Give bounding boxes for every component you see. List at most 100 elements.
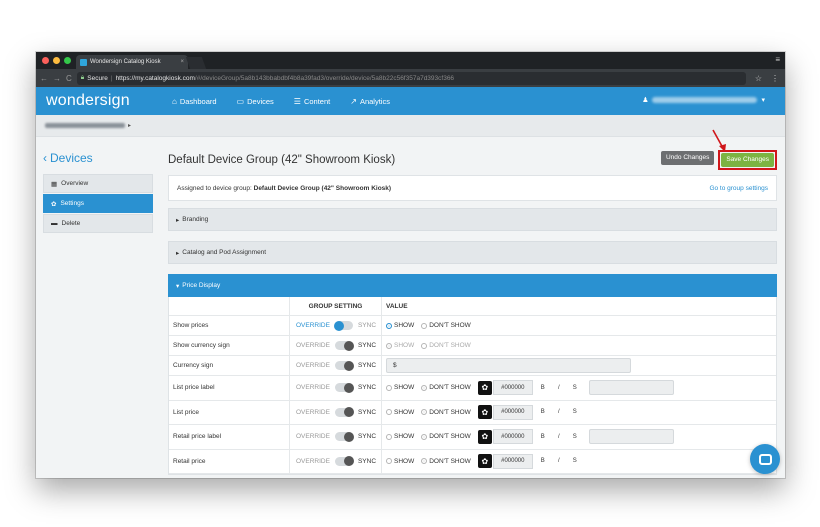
color-value-input[interactable]: #000000 (492, 380, 533, 396)
currency-sign-input[interactable]: $ (386, 358, 631, 373)
nav-dashboard[interactable]: ⌂ Dashboard (172, 97, 217, 106)
sidebar-item-overview[interactable]: ▦ Overview (43, 174, 153, 193)
radio-show[interactable] (386, 458, 392, 465)
dont-show-option[interactable]: DON'T SHOW (421, 322, 471, 329)
override-label[interactable]: OVERRIDE (296, 409, 330, 416)
section-catalog-pod[interactable]: ▸ Catalog and Pod Assignment (168, 241, 777, 264)
sync-label[interactable]: SYNC (358, 433, 376, 440)
bookmark-star-icon[interactable]: ☆ (755, 74, 762, 83)
save-changes-button[interactable]: Save Changes (721, 152, 774, 167)
strike-button[interactable]: S (569, 409, 581, 415)
override-sync-switch[interactable] (334, 340, 354, 351)
nav-content[interactable]: ☰ Content (294, 97, 330, 106)
breadcrumb-redacted[interactable] (45, 123, 125, 128)
minimize-window-dot[interactable] (53, 57, 60, 64)
dont-show-option[interactable]: DON'T SHOW (421, 433, 471, 440)
override-sync-switch[interactable] (334, 360, 354, 371)
italic-button[interactable]: / (553, 409, 565, 415)
color-value-input[interactable]: #000000 (492, 404, 533, 420)
forward-arrow-icon[interactable]: → (53, 74, 61, 83)
reload-icon[interactable]: C (66, 74, 72, 83)
sync-label[interactable]: SYNC (358, 409, 376, 416)
bold-button[interactable]: B (537, 409, 549, 415)
user-menu[interactable]: ♟ ▾ (642, 96, 765, 104)
label-text-input[interactable] (588, 429, 674, 445)
sync-label[interactable]: SYNC (358, 384, 376, 391)
browser-tab[interactable]: Wondersign Catalog Kiosk × (76, 55, 188, 69)
address-bar[interactable]: 🔒︎ Secure | https:// my.catalogkiosk.com… (76, 71, 746, 85)
label-text-input[interactable] (588, 380, 674, 396)
nav-analytics[interactable]: ↗ Analytics (350, 97, 390, 106)
sidebar-item-settings[interactable]: ✿ Settings (43, 194, 153, 213)
show-option[interactable]: SHOW (386, 384, 414, 391)
color-palette-icon[interactable]: ✿ (477, 380, 492, 395)
radio-dont-show[interactable] (421, 409, 428, 416)
color-palette-icon[interactable]: ✿ (477, 405, 492, 420)
show-option[interactable]: SHOW (386, 342, 414, 349)
radio-show[interactable] (386, 433, 392, 440)
override-label[interactable]: OVERRIDE (296, 433, 330, 440)
radio-show[interactable] (386, 384, 392, 391)
override-label[interactable]: OVERRIDE (296, 322, 330, 329)
maximize-window-dot[interactable] (64, 57, 71, 64)
bold-button[interactable]: B (537, 434, 549, 440)
tab-close-icon[interactable]: × (180, 59, 184, 65)
close-window-dot[interactable] (42, 57, 49, 64)
override-sync-switch[interactable] (334, 407, 354, 418)
dont-show-option[interactable]: DON'T SHOW (421, 458, 471, 465)
show-option[interactable]: SHOW (386, 433, 414, 440)
radio-dont-show[interactable] (421, 458, 428, 465)
override-label[interactable]: OVERRIDE (296, 362, 330, 369)
sync-label[interactable]: SYNC (358, 458, 376, 465)
dont-show-option[interactable]: DON'T SHOW (421, 409, 471, 416)
sidebar-item-delete[interactable]: ▬ Delete (43, 214, 153, 233)
bold-button[interactable]: B (537, 385, 549, 391)
browser-menu-icon[interactable]: ⋮ (771, 74, 779, 83)
override-label[interactable]: OVERRIDE (296, 458, 330, 465)
sync-label[interactable]: SYNC (358, 322, 376, 329)
back-arrow-icon[interactable]: ← (40, 74, 48, 83)
color-value-input[interactable]: #000000 (492, 429, 533, 445)
color-value-input[interactable]: #000000 (492, 453, 533, 469)
go-to-group-settings-link[interactable]: Go to group settings (709, 185, 768, 192)
strike-button[interactable]: S (569, 385, 581, 391)
brand-logo[interactable]: wondersign (46, 92, 172, 110)
override-label[interactable]: OVERRIDE (296, 384, 330, 391)
secure-label: Secure (87, 74, 108, 82)
section-branding[interactable]: ▸ Branding (168, 208, 777, 231)
italic-button[interactable]: / (553, 458, 565, 464)
override-sync-switch[interactable] (334, 456, 354, 467)
radio-show[interactable] (386, 409, 392, 416)
sync-label[interactable]: SYNC (358, 362, 376, 369)
radio-dont-show[interactable] (421, 433, 428, 440)
radio-show[interactable] (386, 322, 392, 329)
override-sync-switch[interactable] (334, 382, 354, 393)
strike-button[interactable]: S (569, 458, 581, 464)
chat-launcher-button[interactable] (750, 444, 780, 474)
override-sync-switch[interactable] (333, 320, 353, 331)
radio-dont-show[interactable] (421, 322, 428, 329)
color-palette-icon[interactable]: ✿ (477, 454, 492, 469)
back-to-devices-link[interactable]: ‹ Devices (43, 151, 153, 165)
italic-button[interactable]: / (553, 385, 565, 391)
nav-devices[interactable]: ▭ Devices (237, 97, 274, 106)
radio-show[interactable] (386, 342, 392, 349)
undo-changes-button[interactable]: Undo Changes (660, 150, 715, 165)
strike-button[interactable]: S (569, 434, 581, 440)
color-palette-icon[interactable]: ✿ (477, 429, 492, 444)
window-menu-icon[interactable]: ≡ (775, 55, 780, 64)
show-option[interactable]: SHOW (386, 322, 414, 329)
override-sync-switch[interactable] (334, 431, 354, 442)
show-option[interactable]: SHOW (386, 409, 414, 416)
section-price-display[interactable]: ▾ Price Display (168, 274, 777, 297)
override-label[interactable]: OVERRIDE (296, 342, 330, 349)
sync-label[interactable]: SYNC (358, 342, 376, 349)
dont-show-option[interactable]: DON'T SHOW (421, 384, 471, 391)
show-option[interactable]: SHOW (386, 458, 414, 465)
bold-button[interactable]: B (537, 458, 549, 464)
radio-dont-show[interactable] (421, 384, 428, 391)
dont-show-option[interactable]: DON'T SHOW (421, 342, 471, 349)
new-tab-button[interactable] (185, 57, 207, 69)
italic-button[interactable]: / (553, 434, 565, 440)
radio-dont-show[interactable] (421, 342, 428, 349)
